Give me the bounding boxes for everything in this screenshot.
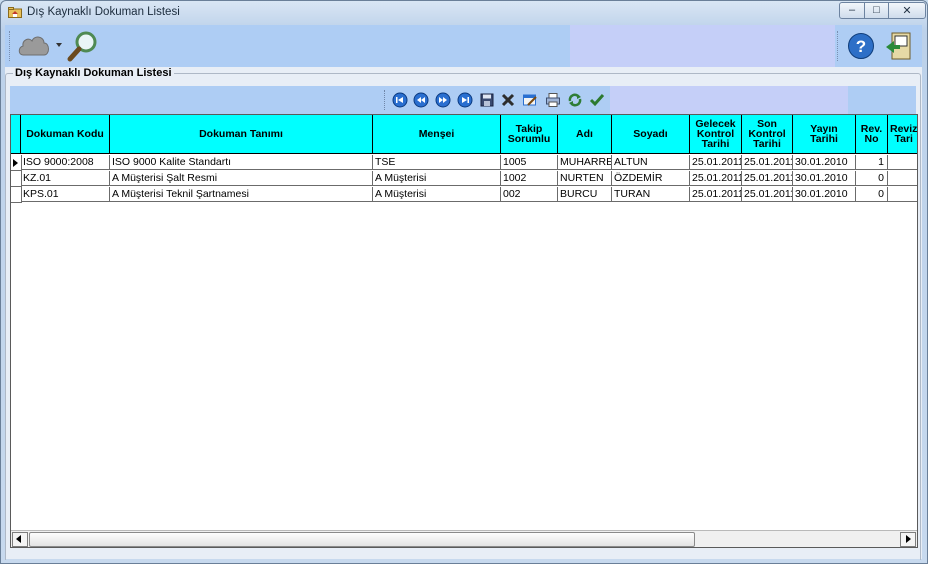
toolbar-separator — [837, 31, 840, 61]
table-cell[interactable]: 0 — [856, 187, 888, 202]
table-cell[interactable]: BURCU — [558, 187, 612, 202]
toolbar-accent-band — [570, 25, 835, 67]
column-header[interactable]: Son Kontrol Tarihi — [742, 115, 793, 154]
column-header[interactable]: Reviz Tari — [888, 115, 917, 154]
table-cell[interactable]: TSE — [373, 155, 501, 170]
minimize-button[interactable]: – — [839, 2, 865, 19]
table-cell[interactable]: A Müşterisi Teknil Şartnamesi — [110, 187, 373, 202]
svg-text:?: ? — [856, 37, 866, 56]
table-cell[interactable]: 002 — [501, 187, 558, 202]
table-cell[interactable]: TURAN — [612, 187, 690, 202]
column-header[interactable]: Adı — [558, 115, 612, 154]
scroll-left-button[interactable] — [12, 532, 28, 547]
table-cell[interactable]: KPS.01 — [21, 187, 110, 202]
table-cell[interactable]: 1002 — [501, 171, 558, 186]
scroll-thumb[interactable] — [29, 532, 695, 547]
table-cell[interactable]: 25.01.2011 — [690, 171, 742, 186]
table-row[interactable]: KPS.01 A Müşterisi Teknil Şartnamesi A Müş… — [11, 187, 917, 203]
post-check-icon[interactable] — [589, 92, 605, 108]
navigator-grip — [384, 90, 385, 110]
main-toolbar: ? — [5, 25, 922, 67]
toolbar-grip — [9, 31, 12, 61]
title-bar[interactable]: Dış Kaynaklı Dokuman Listesi – □ ✕ — [1, 1, 927, 23]
table-cell[interactable]: 30.01.2010 — [793, 155, 856, 170]
table-cell[interactable]: NURTEN — [558, 171, 612, 186]
column-header[interactable]: Menşei — [373, 115, 501, 154]
column-header[interactable]: Takip Sorumlu — [501, 115, 558, 154]
app-window: Dış Kaynaklı Dokuman Listesi – □ ✕ ? Dış… — [0, 0, 928, 564]
table-cell[interactable]: A Müşterisi Şalt Resmi — [110, 171, 373, 186]
close-icon: ✕ — [902, 5, 912, 17]
refresh-icon[interactable] — [567, 92, 583, 108]
column-header[interactable]: Yayın Tarihi — [793, 115, 856, 154]
last-record-icon[interactable] — [457, 92, 473, 108]
magnifier-icon[interactable] — [65, 29, 101, 63]
table-row[interactable]: KZ.01 A Müşterisi Şalt Resmi A Müşterisi 10… — [11, 171, 917, 187]
prior-record-icon[interactable] — [413, 92, 429, 108]
table-cell[interactable]: 25.01.2011 — [690, 155, 742, 170]
print-icon[interactable] — [545, 92, 561, 108]
record-navigator — [10, 86, 916, 114]
table-cell[interactable]: ÖZDEMİR — [612, 171, 690, 186]
grid-header: Dokuman Kodu Dokuman Tanımı Menşei Takip… — [11, 115, 917, 155]
table-cell[interactable]: 25.01.2011 — [742, 187, 793, 202]
document-list-group: Dış Kaynaklı Dokuman Listesi Dokuman Kod… — [5, 67, 921, 560]
document-grid[interactable]: Dokuman Kodu Dokuman Tanımı Menşei Takip… — [10, 114, 918, 548]
table-cell[interactable]: 30.01.2010 — [793, 171, 856, 186]
table-cell[interactable]: 25.01.2011 — [690, 187, 742, 202]
column-header[interactable]: Gelecek Kontrol Tarihi — [690, 115, 742, 154]
edit-icon[interactable] — [522, 92, 538, 108]
table-cell[interactable] — [888, 155, 917, 170]
save-icon[interactable] — [479, 92, 495, 108]
table-cell[interactable]: 0 — [856, 171, 888, 186]
header-indicator-cell — [11, 115, 21, 154]
column-header[interactable]: Rev. No — [856, 115, 888, 154]
client-area: ? Dış Kaynaklı Dokuman Listesi Dokuman K… — [5, 25, 922, 560]
folder-house-icon — [8, 7, 22, 18]
dropdown-arrow-icon[interactable] — [56, 43, 62, 47]
maximize-button[interactable]: □ — [864, 2, 889, 19]
table-cell[interactable]: 30.01.2010 — [793, 187, 856, 202]
window-title: Dış Kaynaklı Dokuman Listesi — [27, 6, 180, 18]
table-cell[interactable] — [888, 187, 917, 202]
help-icon[interactable]: ? — [847, 32, 875, 60]
first-record-icon[interactable] — [392, 92, 408, 108]
column-header[interactable]: Soyadı — [612, 115, 690, 154]
table-cell[interactable]: ALTUN — [612, 155, 690, 170]
table-cell[interactable]: A Müşterisi — [373, 171, 501, 186]
maximize-icon: □ — [873, 4, 880, 16]
column-header[interactable]: Dokuman Kodu — [21, 115, 110, 154]
table-cell[interactable]: 25.01.2011 — [742, 155, 793, 170]
table-cell[interactable]: 1 — [856, 155, 888, 170]
table-cell[interactable]: A Müşterisi — [373, 187, 501, 202]
horizontal-scrollbar[interactable] — [11, 530, 917, 547]
cloud-icon[interactable] — [17, 31, 51, 61]
table-cell[interactable]: 1005 — [501, 155, 558, 170]
exit-door-icon[interactable] — [882, 29, 916, 63]
close-button[interactable]: ✕ — [888, 2, 926, 19]
table-cell[interactable] — [888, 171, 917, 186]
table-row[interactable]: ISO 9000:2008 ISO 9000 Kalite Standartı TS… — [11, 155, 917, 171]
table-cell[interactable]: 25.01.2011 — [742, 171, 793, 186]
minimize-icon: – — [848, 4, 856, 16]
navigator-accent-band — [610, 86, 848, 114]
scroll-right-button[interactable] — [900, 532, 916, 547]
delete-icon[interactable] — [500, 92, 516, 108]
group-title: Dış Kaynaklı Dokuman Listesi — [13, 67, 174, 79]
next-record-icon[interactable] — [435, 92, 451, 108]
table-cell[interactable]: ISO 9000:2008 — [21, 155, 110, 170]
column-header[interactable]: Dokuman Tanımı — [110, 115, 373, 154]
table-cell[interactable]: ISO 9000 Kalite Standartı — [110, 155, 373, 170]
table-cell[interactable]: KZ.01 — [21, 171, 110, 186]
table-cell[interactable]: MUHARRE — [558, 155, 612, 170]
